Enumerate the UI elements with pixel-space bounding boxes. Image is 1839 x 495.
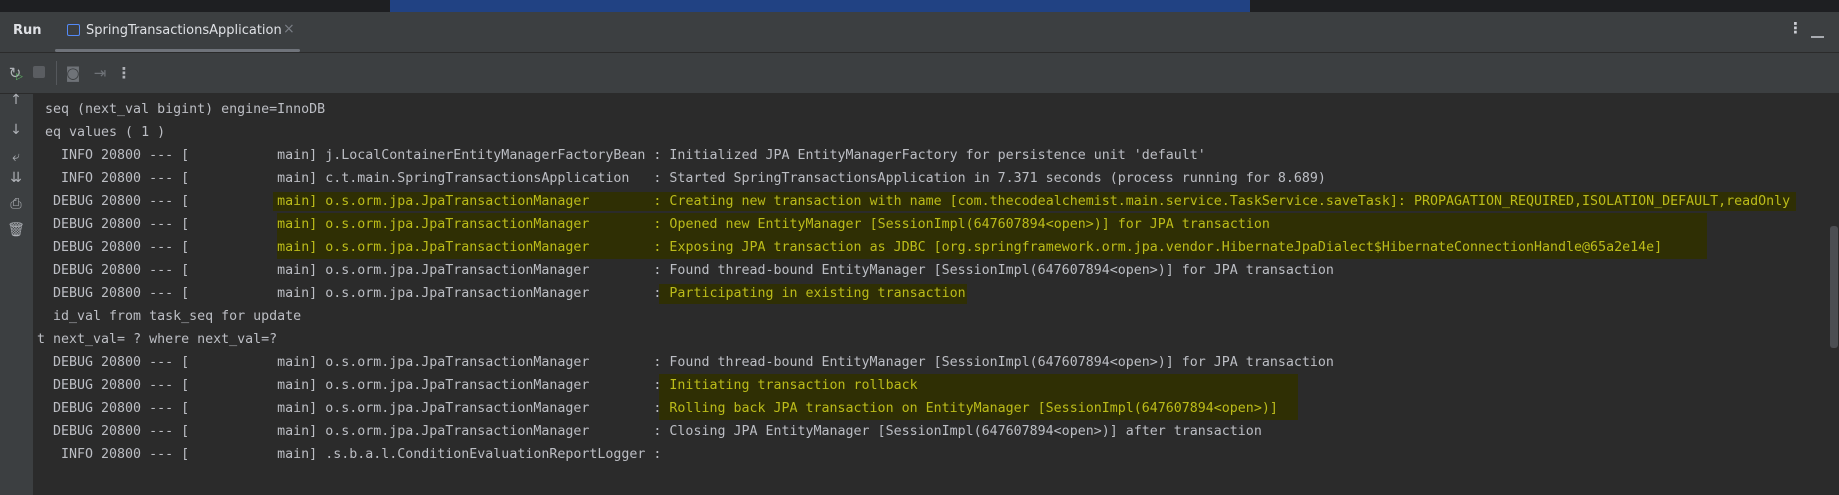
run-toolbar: ↻ ▷ ◙ ⇥ ⋮ [0, 53, 1839, 94]
highlighted-log-text: Participating in existing transaction [659, 284, 968, 304]
more-icon[interactable]: ⋮ [114, 63, 134, 83]
log-text: DEBUG 20800 --- [ [45, 240, 278, 255]
log-text: seq (next_val bigint) engine=InnoDB [45, 102, 326, 117]
log-text: DEBUG 20800 --- [ main] o.s.orm.jpa.JpaT… [45, 378, 670, 393]
console-icon [67, 24, 80, 36]
run-tool-window-header: Run SpringTransactionsApplication × ⋮ [0, 12, 1839, 53]
log-text: DEBUG 20800 --- [ main] o.s.orm.jpa.JpaT… [45, 286, 670, 301]
log-text: eq values ( 1 ) [45, 125, 166, 140]
log-line: DEBUG 20800 --- [ main] o.s.orm.jpa.JpaT… [45, 374, 1796, 397]
log-line: DEBUG 20800 --- [ main] o.s.orm.jpa.JpaT… [45, 213, 1796, 236]
log-text: DEBUG 20800 --- [ main] o.s.orm.jpa.JpaT… [45, 424, 1262, 439]
log-line: seq (next_val bigint) engine=InnoDB [45, 98, 1796, 121]
console-output[interactable]: seq (next_val bigint) engine=InnoDB eq v… [37, 98, 1797, 466]
options-icon[interactable]: ⋮ [1788, 19, 1803, 37]
log-text: DEBUG 20800 --- [ main] o.s.orm.jpa.JpaT… [45, 263, 1334, 278]
print-icon[interactable]: ⎙ [6, 194, 26, 214]
log-text: id_val from task_seq for update [45, 309, 302, 324]
close-icon[interactable]: × [283, 21, 295, 37]
log-line: DEBUG 20800 --- [ main] o.s.orm.jpa.JpaT… [45, 259, 1796, 282]
log-line: DEBUG 20800 --- [ main] o.s.orm.jpa.JpaT… [45, 236, 1796, 259]
log-text: DEBUG 20800 --- [ [45, 217, 278, 232]
highlighted-log-text: main] o.s.orm.jpa.JpaTransactionManager … [277, 213, 1708, 236]
toolbar-divider [56, 61, 57, 85]
highlighted-log-text: main] o.s.orm.jpa.JpaTransactionManager … [273, 192, 1797, 211]
log-text: t next_val= ? where next_val=? [37, 332, 278, 347]
play-badge-icon: ▷ [16, 72, 23, 82]
log-text: DEBUG 20800 --- [ main] o.s.orm.jpa.JpaT… [45, 401, 670, 416]
trash-icon[interactable]: 🗑 [6, 220, 26, 240]
log-line: id_val from task_seq for update [45, 305, 1796, 328]
tab-label: SpringTransactionsApplication [86, 23, 282, 38]
minimize-icon[interactable] [1811, 36, 1824, 38]
log-line: INFO 20800 --- [ main] .s.b.a.l.Conditio… [45, 443, 1796, 466]
log-line: t next_val= ? where next_val=? [37, 328, 1796, 351]
editor-selection [390, 0, 1250, 12]
panel-title: Run [13, 23, 42, 38]
log-line: DEBUG 20800 --- [ main] o.s.orm.jpa.JpaT… [45, 420, 1796, 443]
scroll-down-icon[interactable]: ↓ [6, 120, 26, 140]
vertical-scrollbar[interactable] [1830, 226, 1838, 348]
log-text: DEBUG 20800 --- [ [45, 194, 278, 209]
editor-remnant-strip [0, 0, 1839, 12]
tab-spring-transactions-application[interactable]: SpringTransactionsApplication × [55, 12, 300, 52]
soft-wrap-icon[interactable]: ⤶ [6, 147, 26, 167]
log-line: INFO 20800 --- [ main] j.LocalContainerE… [45, 144, 1796, 167]
camera-icon[interactable]: ◙ [63, 63, 83, 83]
scroll-up-icon[interactable]: ↑ [6, 90, 26, 110]
console-side-toolbar: ↑ ↓ ⤶ ⇊ ⎙ 🗑 [0, 92, 33, 495]
log-text: INFO 20800 --- [ main] j.LocalContainerE… [45, 148, 1206, 163]
log-line: DEBUG 20800 --- [ main] o.s.orm.jpa.JpaT… [45, 397, 1796, 420]
log-text: INFO 20800 --- [ main] c.t.main.SpringTr… [45, 171, 1326, 186]
highlighted-log-text: Initiating transaction rollback [659, 374, 1299, 397]
active-tab-indicator [55, 49, 300, 52]
highlighted-log-text: main] o.s.orm.jpa.JpaTransactionManager … [277, 236, 1708, 259]
log-line: DEBUG 20800 --- [ main] o.s.orm.jpa.JpaT… [45, 351, 1796, 374]
scroll-to-end-icon[interactable]: ⇊ [6, 168, 26, 188]
log-text: INFO 20800 --- [ main] .s.b.a.l.Conditio… [45, 447, 670, 462]
highlighted-log-text: Rolling back JPA transaction on EntityMa… [659, 397, 1299, 420]
rerun-icon[interactable]: ↻ ▷ [5, 63, 25, 83]
log-text: DEBUG 20800 --- [ main] o.s.orm.jpa.JpaT… [45, 355, 1334, 370]
log-line: DEBUG 20800 --- [ main] o.s.orm.jpa.JpaT… [45, 282, 1796, 305]
stop-icon[interactable] [33, 66, 45, 78]
log-line: INFO 20800 --- [ main] c.t.main.SpringTr… [45, 167, 1796, 190]
log-line: eq values ( 1 ) [45, 121, 1796, 144]
exit-icon[interactable]: ⇥ [90, 63, 110, 83]
log-line: DEBUG 20800 --- [ main] o.s.orm.jpa.JpaT… [45, 190, 1797, 213]
